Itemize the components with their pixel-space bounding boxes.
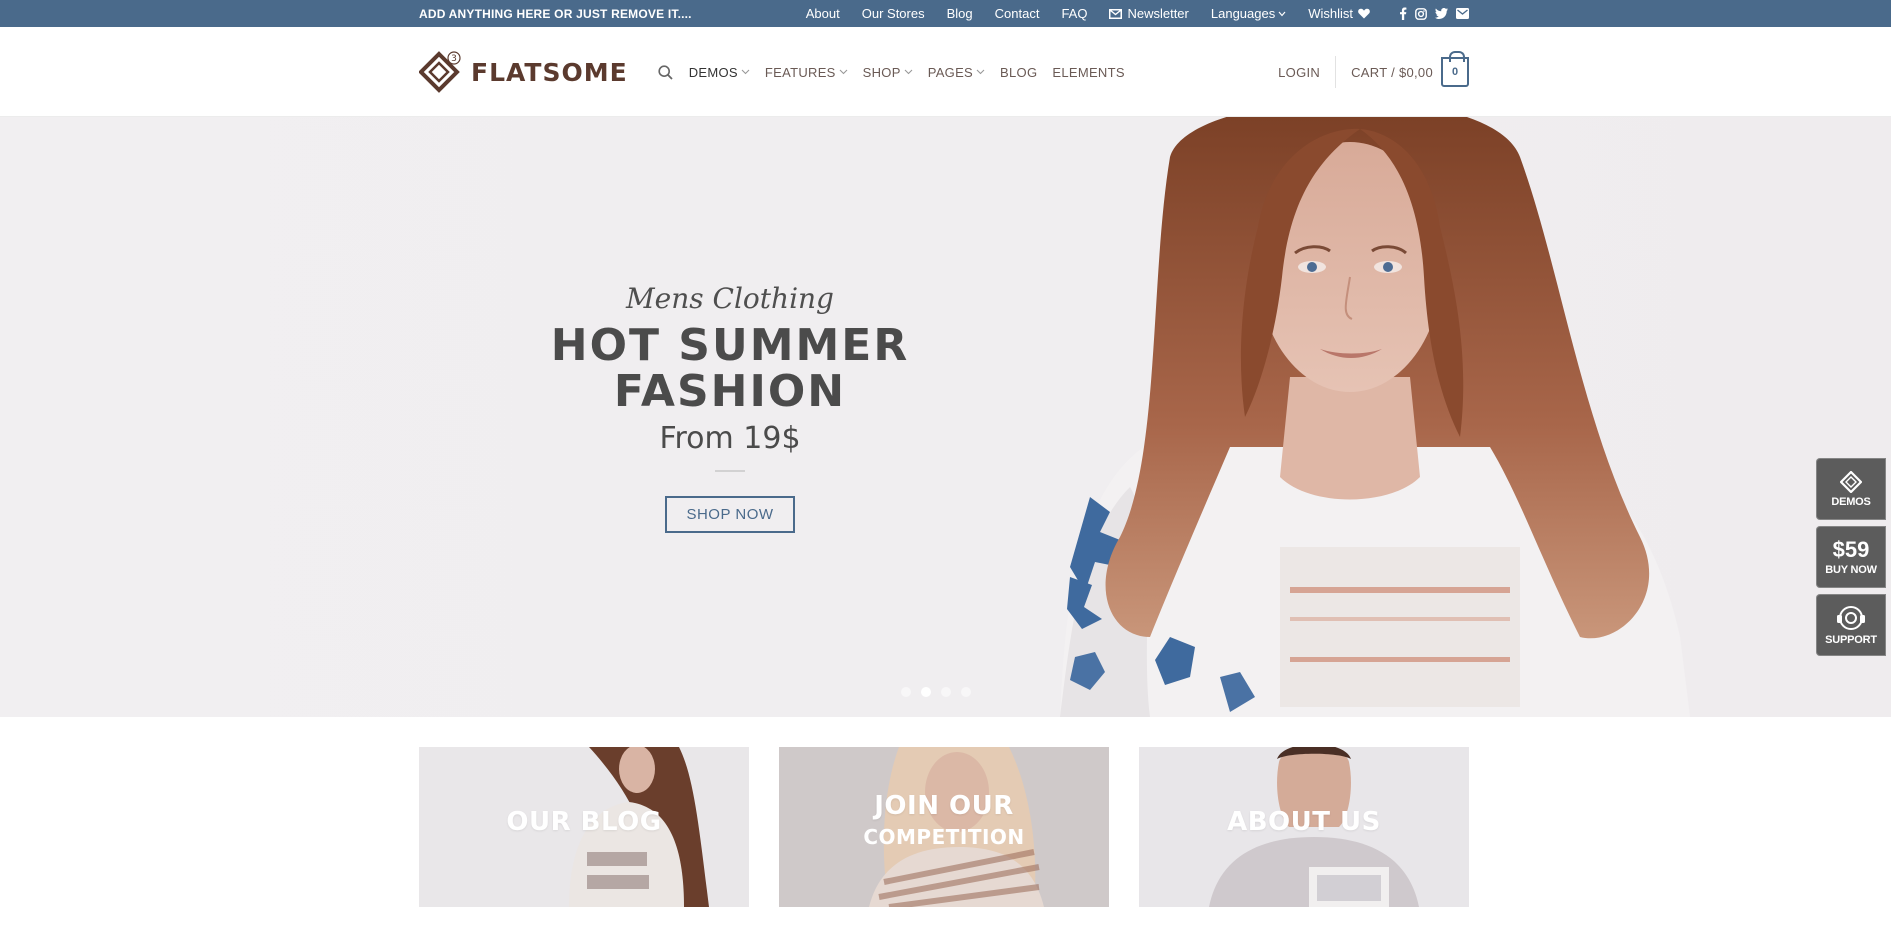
nav-item-blog[interactable]: BLOG	[1000, 65, 1037, 80]
hero-divider	[715, 470, 745, 472]
chevron-down-icon	[1278, 11, 1286, 16]
logo-text: FLATSOME	[471, 57, 628, 87]
top-link-languages[interactable]: Languages	[1211, 6, 1286, 21]
mail-icon	[1109, 8, 1123, 19]
social-icons	[1391, 7, 1469, 20]
feature-box-subtitle: COMPETITION	[863, 825, 1025, 849]
instagram-icon[interactable]	[1415, 7, 1427, 20]
header-account: LOGIN CART / $0,00 0	[1278, 51, 1469, 88]
feature-box-title: JOIN OUR	[874, 791, 1014, 821]
nav-item-shop-label: SHOP	[862, 64, 901, 80]
nav-item-demos-label: DEMOS	[688, 64, 738, 80]
top-bar-nav: About Our Stores Blog Contact FAQ Newsle…	[806, 6, 1469, 21]
top-link-wishlist-label: Wishlist	[1308, 6, 1353, 21]
top-bar: ADD ANYTHING HERE OR JUST REMOVE IT.... …	[0, 0, 1891, 27]
cart-count: 0	[1451, 66, 1459, 78]
top-link-our-stores[interactable]: Our Stores	[862, 6, 925, 21]
top-link-faq[interactable]: FAQ	[1061, 6, 1087, 21]
hero-model-image	[1060, 117, 1690, 717]
main-nav: DEMOS FEATURES SHOP PAGES BLOG ELEMENTS	[689, 65, 1140, 80]
hero-subtitle: Mens Clothing	[626, 282, 834, 315]
search-icon	[658, 64, 673, 80]
email-icon[interactable]	[1456, 8, 1469, 19]
feature-box-about-us[interactable]: ABOUT US	[1139, 747, 1469, 907]
slider-dot[interactable]	[941, 687, 951, 697]
support-icon	[1837, 605, 1865, 630]
cart-link[interactable]: CART / $0,00	[1351, 65, 1433, 80]
hero-content: Mens Clothing HOT SUMMER FASHION From 19…	[500, 282, 960, 533]
top-bar-promo-text: ADD ANYTHING HERE OR JUST REMOVE IT....	[419, 6, 692, 21]
top-link-contact[interactable]: Contact	[995, 6, 1040, 21]
top-link-about[interactable]: About	[806, 6, 840, 21]
buy-now-price: $59	[1832, 536, 1870, 562]
buy-now-widget-button[interactable]: $59 BUY NOW	[1816, 526, 1886, 588]
site-logo[interactable]: 3 FLATSOME	[419, 50, 628, 94]
nav-item-shop[interactable]: SHOP	[863, 65, 913, 80]
demos-widget-button[interactable]: DEMOS	[1816, 458, 1886, 520]
main-header: 3 FLATSOME DEMOS FEATURES SHOP PAGES BLO…	[0, 27, 1891, 117]
top-link-wishlist[interactable]: Wishlist	[1308, 6, 1375, 21]
top-bar-inner: ADD ANYTHING HERE OR JUST REMOVE IT.... …	[419, 0, 1469, 27]
hero-title: HOT SUMMER FASHION	[500, 323, 960, 415]
chevron-down-icon	[839, 69, 848, 75]
nav-item-pages-label: PAGES	[927, 64, 974, 80]
logo-badge: 3	[451, 54, 457, 64]
chevron-down-icon	[741, 69, 750, 75]
support-widget-label: SUPPORT	[1825, 633, 1877, 646]
feature-box-title: OUR BLOG	[506, 807, 662, 837]
chevron-down-icon	[904, 69, 913, 75]
hero-slider: Mens Clothing HOT SUMMER FASHION From 19…	[0, 117, 1891, 717]
feature-box-join-competition[interactable]: JOIN OUR COMPETITION	[779, 747, 1109, 907]
login-link[interactable]: LOGIN	[1278, 65, 1320, 80]
chevron-down-icon	[976, 69, 985, 75]
nav-item-pages[interactable]: PAGES	[928, 65, 985, 80]
search-button[interactable]	[658, 64, 673, 80]
slider-dot[interactable]	[961, 687, 971, 697]
header-divider	[1335, 56, 1337, 88]
nav-item-demos[interactable]: DEMOS	[689, 65, 750, 80]
heart-icon	[1358, 8, 1370, 19]
top-link-languages-label: Languages	[1210, 6, 1276, 21]
slider-dot-active[interactable]	[921, 687, 931, 697]
shop-now-button[interactable]: SHOP NOW	[665, 496, 795, 533]
logo-icon: 3	[419, 51, 461, 93]
demos-widget-label: DEMOS	[1831, 495, 1871, 508]
hero-price: From 19$	[659, 421, 801, 456]
twitter-icon[interactable]	[1435, 8, 1448, 19]
header-inner: 3 FLATSOME DEMOS FEATURES SHOP PAGES BLO…	[419, 27, 1469, 117]
slider-dot[interactable]	[901, 687, 911, 697]
nav-item-features[interactable]: FEATURES	[765, 65, 848, 80]
buy-now-label: BUY NOW	[1825, 563, 1877, 576]
support-widget-button[interactable]: SUPPORT	[1816, 594, 1886, 656]
top-link-newsletter-label: Newsletter	[1127, 6, 1189, 21]
hero-title-line-2: FASHION	[613, 366, 847, 417]
slider-dots	[896, 687, 976, 697]
top-link-newsletter[interactable]: Newsletter	[1109, 6, 1189, 21]
nav-item-features-label: FEATURES	[764, 64, 836, 80]
cart-bag-icon[interactable]: 0	[1441, 51, 1469, 87]
feature-box-our-blog[interactable]: OUR BLOG	[419, 747, 749, 907]
facebook-icon[interactable]	[1399, 7, 1407, 20]
nav-item-elements[interactable]: ELEMENTS	[1052, 65, 1124, 80]
flatsome-logo-icon	[1840, 470, 1862, 493]
feature-boxes: OUR BLOG JOIN OUR COMPETITION ABOUT US	[419, 747, 1469, 907]
feature-box-title: ABOUT US	[1227, 807, 1381, 837]
top-link-blog[interactable]: Blog	[947, 6, 973, 21]
hero-title-line-1: HOT SUMMER	[550, 320, 910, 371]
side-widget: DEMOS $59 BUY NOW SUPPORT	[1816, 458, 1886, 662]
